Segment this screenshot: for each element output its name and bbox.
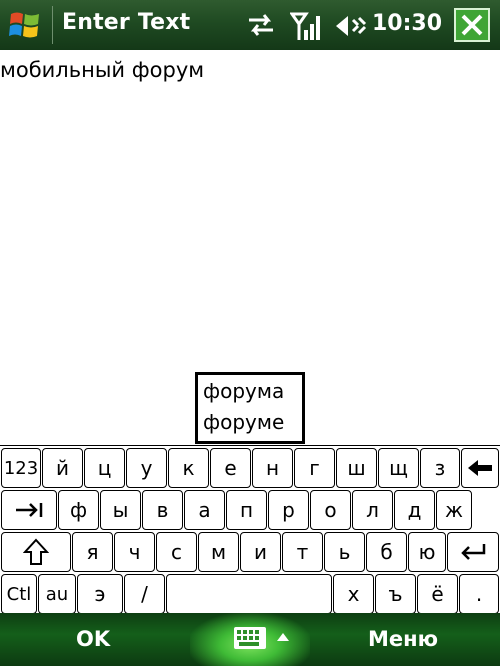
key-letter[interactable]: н	[252, 448, 293, 488]
key-letter[interactable]: о	[310, 490, 351, 530]
key-letter[interactable]: у	[126, 448, 167, 488]
app-title: Enter Text	[62, 10, 191, 35]
ok-softkey[interactable]: OK	[76, 627, 110, 651]
enter-arrow-icon	[461, 544, 486, 560]
input-panel-toggle[interactable]	[233, 625, 297, 657]
key-letter[interactable]: ь	[324, 532, 365, 572]
key-letter[interactable]: ъ	[375, 574, 416, 614]
shift-key[interactable]	[1, 532, 71, 572]
word-suggestions-popup: форума форуме	[195, 372, 305, 444]
key-letter[interactable]: л	[352, 490, 393, 530]
signal-icon[interactable]	[290, 12, 324, 42]
close-icon	[461, 14, 483, 36]
key-slash[interactable]: /	[124, 574, 165, 614]
menu-softkey[interactable]: Меню	[368, 627, 438, 651]
key-letter[interactable]: х	[333, 574, 374, 614]
key-letter[interactable]: е	[210, 448, 251, 488]
space-key[interactable]	[166, 574, 332, 614]
close-button[interactable]	[454, 8, 490, 42]
key-letter[interactable]: р	[268, 490, 309, 530]
softkey-bar: OK Меню	[0, 613, 500, 666]
backspace-key[interactable]	[461, 448, 499, 488]
key-letter[interactable]: к	[168, 448, 209, 488]
key-letter[interactable]: б	[366, 532, 407, 572]
backspace-arrow-icon	[468, 460, 492, 476]
keyboard-icon	[234, 627, 289, 649]
accent-key[interactable]: au	[38, 574, 76, 614]
key-letter[interactable]: ц	[84, 448, 125, 488]
entered-text[interactable]: мобильный форум	[0, 58, 204, 82]
key-letter[interactable]: ф	[58, 490, 99, 530]
key-letter[interactable]: щ	[378, 448, 419, 488]
speaker-icon[interactable]	[334, 12, 368, 40]
on-screen-keyboard: 123 й ц у к е н г ш щ з ф ы в а п р о л …	[0, 445, 500, 614]
key-123[interactable]: 123	[1, 448, 41, 488]
key-letter[interactable]: ы	[100, 490, 141, 530]
key-letter[interactable]: п	[226, 490, 267, 530]
key-letter[interactable]: з	[420, 448, 460, 488]
key-letter[interactable]: т	[282, 532, 323, 572]
tab-arrow-icon	[16, 503, 43, 517]
suggestion-item[interactable]: форума	[203, 379, 284, 403]
key-letter[interactable]: и	[240, 532, 281, 572]
key-letter[interactable]: ш	[336, 448, 377, 488]
key-letter[interactable]: с	[156, 532, 197, 572]
key-period[interactable]: .	[459, 574, 499, 614]
key-letter[interactable]: в	[142, 490, 183, 530]
key-letter[interactable]: д	[394, 490, 435, 530]
key-letter[interactable]: й	[42, 448, 83, 488]
title-separator	[52, 6, 53, 44]
clock: 10:30	[372, 11, 443, 36]
enter-key[interactable]	[447, 532, 499, 572]
tab-key[interactable]	[1, 490, 57, 530]
ctrl-key[interactable]: Ctl	[1, 574, 37, 614]
shift-arrow-icon	[23, 538, 49, 565]
key-letter[interactable]: ё	[417, 574, 458, 614]
key-letter[interactable]: а	[184, 490, 225, 530]
key-letter[interactable]: я	[72, 532, 113, 572]
key-letter[interactable]: ю	[408, 532, 446, 572]
sync-arrows-icon[interactable]	[246, 12, 276, 38]
title-bar: Enter Text 10:30	[0, 0, 500, 50]
key-letter[interactable]: ж	[436, 490, 472, 530]
key-letter[interactable]: г	[294, 448, 335, 488]
suggestion-item[interactable]: форуме	[203, 410, 284, 434]
chevron-up-icon	[277, 633, 289, 641]
key-letter[interactable]: э	[77, 574, 123, 614]
key-letter[interactable]: ч	[114, 532, 155, 572]
key-letter[interactable]: м	[198, 532, 239, 572]
windows-flag-icon[interactable]	[8, 8, 42, 42]
